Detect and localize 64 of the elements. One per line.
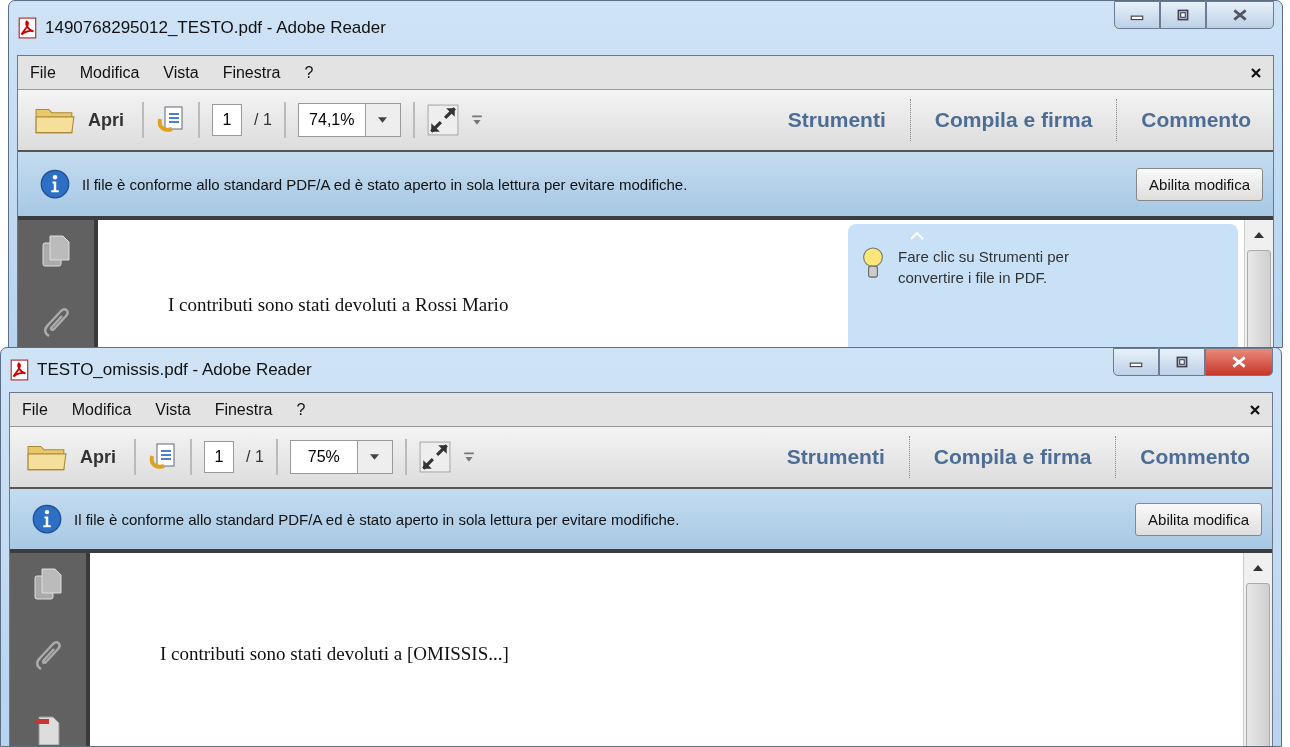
zoom-dropdown[interactable]: 74,1% — [297, 103, 401, 137]
caret-icon — [370, 454, 380, 460]
close-icon — [1231, 356, 1247, 368]
info-message: Il file è conforme allo standard PDF/A ed è stato aperto in sola lettura per evitare modifiche. — [74, 510, 680, 528]
tooltip: Fare clic su Strumenti per convertire i file in PDF. — [848, 224, 1238, 347]
enable-editing-button[interactable]: Abilita modifica — [1136, 167, 1263, 201]
document-arrow-icon[interactable] — [156, 105, 186, 135]
close-icon[interactable] — [1251, 67, 1261, 78]
caret-icon — [378, 117, 388, 123]
maximize-button[interactable] — [1160, 1, 1206, 29]
page-total: / 1 — [254, 111, 272, 129]
close-button[interactable] — [1205, 348, 1273, 376]
page-total: / 1 — [246, 448, 264, 466]
menu-item[interactable]: File — [22, 400, 48, 419]
menu-item[interactable]: ? — [296, 400, 306, 419]
paperclip-icon[interactable] — [41, 306, 71, 340]
pdf-icon — [17, 17, 39, 39]
document-arrow-icon[interactable] — [148, 442, 178, 472]
tools-tab[interactable]: Compila e firma — [921, 445, 1104, 469]
tools-tab[interactable]: Strumenti — [775, 108, 898, 132]
menu-item[interactable]: ? — [304, 63, 314, 82]
info-icon — [40, 169, 70, 199]
enable-editing-button[interactable]: Abilita modifica — [1135, 502, 1262, 536]
menu-item[interactable]: Finestra — [214, 400, 273, 419]
paperclip-icon[interactable] — [33, 639, 63, 673]
open-button[interactable]: Apri — [20, 441, 122, 473]
pdf-icon — [9, 359, 31, 381]
menu-item[interactable]: Finestra — [222, 63, 281, 82]
tools-tab[interactable]: Compila e firma — [922, 108, 1105, 132]
menu-item[interactable]: File — [30, 63, 56, 82]
up-arrow-icon — [1253, 565, 1263, 571]
maximize-button[interactable] — [1159, 348, 1205, 376]
tools-tab[interactable]: Commento — [1129, 108, 1263, 132]
maximize-icon — [1174, 356, 1190, 368]
minimize-button[interactable] — [1113, 348, 1159, 376]
window-title: 1490768295012_TESTO.pdf - Adobe Reader — [45, 18, 386, 38]
pages-icon[interactable] — [41, 234, 71, 268]
tools-tab[interactable]: Commento — [1128, 445, 1262, 469]
close-icon[interactable] — [1250, 404, 1260, 415]
up-arrow-icon — [1254, 232, 1264, 238]
expand-arrows-icon[interactable] — [426, 104, 459, 136]
document-text: I contributi sono stati devoluti a [OMISSIS...] — [160, 643, 509, 664]
pages-icon[interactable] — [33, 567, 63, 601]
info-icon — [32, 504, 62, 534]
maximize-icon — [1175, 9, 1191, 21]
overflow-menu-icon[interactable] — [470, 114, 483, 126]
tools-tab[interactable]: Strumenti — [774, 445, 897, 469]
info-message: Il file è conforme allo standard PDF/A ed è stato aperto in sola lettura per evitare modifiche. — [82, 175, 688, 193]
page-number-field[interactable]: 1 — [204, 441, 234, 473]
caret-icon — [910, 232, 924, 240]
open-button[interactable]: Apri — [28, 104, 130, 136]
minimize-button[interactable] — [1114, 1, 1160, 29]
menu-item[interactable]: Vista — [155, 400, 191, 419]
overflow-menu-icon[interactable] — [462, 451, 475, 463]
close-button[interactable] — [1206, 1, 1274, 29]
zoom-dropdown[interactable]: 75% — [289, 440, 393, 474]
expand-arrows-icon[interactable] — [418, 441, 451, 473]
menu-item[interactable]: Modifica — [79, 63, 140, 82]
page-number-field[interactable]: 1 — [212, 104, 242, 136]
menu-item[interactable]: Vista — [163, 63, 199, 82]
window-title: TESTO_omissis.pdf - Adobe Reader — [37, 360, 312, 380]
document-text: I contributi sono stati devoluti a Rossi Mario — [168, 294, 509, 315]
close-icon — [1232, 9, 1248, 21]
menu-item[interactable]: Modifica — [71, 400, 132, 419]
